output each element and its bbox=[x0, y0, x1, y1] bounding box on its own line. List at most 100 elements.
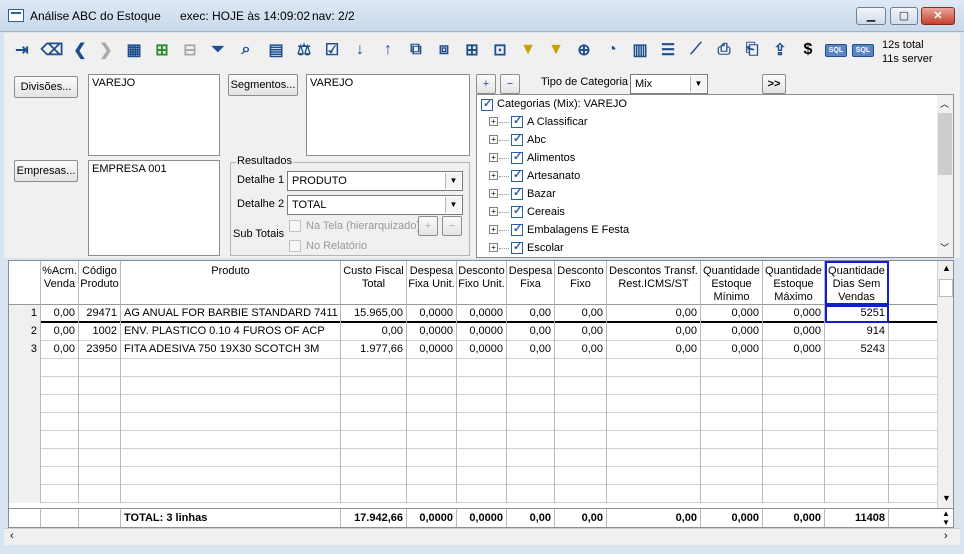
table-cell[interactable] bbox=[41, 413, 79, 431]
table-cell[interactable] bbox=[889, 431, 938, 449]
table-cell[interactable] bbox=[555, 377, 607, 395]
table-cell[interactable] bbox=[889, 377, 938, 395]
table-cell[interactable]: 0,00 bbox=[555, 341, 607, 359]
table-cell[interactable] bbox=[889, 449, 938, 467]
column-header[interactable] bbox=[889, 261, 938, 305]
table-cell[interactable] bbox=[9, 413, 41, 431]
detalhe2-select[interactable]: TOTAL ▼ bbox=[287, 195, 463, 215]
table-row[interactable] bbox=[9, 485, 938, 503]
table-cell[interactable] bbox=[457, 395, 507, 413]
tree-item-checkbox[interactable] bbox=[511, 222, 523, 236]
table-cell[interactable]: 0,00 bbox=[341, 323, 407, 341]
tree-expand-icon[interactable]: + bbox=[489, 207, 498, 216]
minimize-button[interactable]: ▁ bbox=[856, 7, 886, 25]
sort-asc-icon[interactable]: ↑ bbox=[376, 38, 400, 62]
table-cell[interactable] bbox=[79, 485, 121, 503]
table-cell[interactable]: 2 bbox=[9, 323, 41, 341]
balance-icon[interactable]: ⚖ bbox=[292, 38, 316, 62]
table-cell[interactable]: 5243 bbox=[825, 341, 889, 359]
table-cell[interactable] bbox=[407, 485, 457, 503]
table-row[interactable] bbox=[9, 431, 938, 449]
print-preview-icon[interactable]: ⎗ bbox=[740, 38, 764, 62]
table-cell[interactable] bbox=[763, 485, 825, 503]
table-cell[interactable]: 29471 bbox=[79, 305, 121, 323]
table-row[interactable]: 2 0,00 1002 ENV. PLASTICO 0.10 4 FUROS OF A… bbox=[9, 323, 938, 341]
table-cell[interactable] bbox=[341, 449, 407, 467]
column-header[interactable]: Custo Fiscal Total bbox=[341, 261, 407, 305]
table-cell[interactable] bbox=[607, 485, 701, 503]
table-cell[interactable] bbox=[341, 377, 407, 395]
tree-expand-icon[interactable]: + bbox=[489, 225, 498, 234]
column-header[interactable]: %Acm. Venda bbox=[41, 261, 79, 305]
table-cell[interactable] bbox=[825, 377, 889, 395]
add-sheet-icon[interactable]: ⊞ bbox=[150, 38, 174, 62]
table-cell[interactable] bbox=[607, 467, 701, 485]
table-cell[interactable] bbox=[763, 395, 825, 413]
table-cell[interactable] bbox=[507, 449, 555, 467]
table-cell[interactable]: 0,000 bbox=[763, 323, 825, 341]
table-cell[interactable] bbox=[701, 413, 763, 431]
table-cell[interactable]: 0,00 bbox=[555, 323, 607, 341]
table-cell[interactable] bbox=[555, 467, 607, 485]
table-cell[interactable] bbox=[121, 467, 341, 485]
table-cell[interactable]: 914 bbox=[825, 323, 889, 341]
table-cell[interactable] bbox=[457, 413, 507, 431]
table-cell[interactable] bbox=[79, 359, 121, 377]
table-cell[interactable]: 0,0000 bbox=[407, 341, 457, 359]
table-cell[interactable]: 0,00 bbox=[507, 323, 555, 341]
table-cell[interactable] bbox=[407, 467, 457, 485]
table-cell[interactable] bbox=[121, 395, 341, 413]
table-cell[interactable] bbox=[407, 359, 457, 377]
column-header[interactable]: Despesa Fixa bbox=[507, 261, 555, 305]
table-row[interactable]: 1 0,00 29471 AG ANUAL FOR BARBIE STANDARD 7… bbox=[9, 305, 938, 323]
table-cell[interactable] bbox=[121, 413, 341, 431]
table-cell[interactable]: 0,00 bbox=[607, 341, 701, 359]
column-header[interactable]: Código Produto bbox=[79, 261, 121, 305]
table-cell[interactable] bbox=[825, 413, 889, 431]
grid-scroll-thumb[interactable] bbox=[939, 279, 953, 297]
tree-item-checkbox[interactable] bbox=[511, 204, 523, 218]
grid-icon[interactable]: ▦ bbox=[122, 38, 146, 62]
table-cell[interactable]: 0,00 bbox=[507, 305, 555, 323]
table-row[interactable] bbox=[9, 377, 938, 395]
export-icon[interactable]: ⇪ bbox=[768, 38, 792, 62]
table-cell[interactable] bbox=[79, 413, 121, 431]
search-icon[interactable]: ⌕ bbox=[234, 38, 258, 62]
table-cell[interactable] bbox=[607, 449, 701, 467]
group-icon[interactable]: ⧉ bbox=[404, 38, 428, 62]
table-cell[interactable] bbox=[121, 485, 341, 503]
refresh-sheet-icon[interactable]: ⊟ bbox=[178, 38, 202, 62]
table-cell[interactable] bbox=[763, 449, 825, 467]
scroll-left-icon[interactable]: ‹ bbox=[10, 530, 14, 542]
table-cell[interactable] bbox=[407, 413, 457, 431]
table-cell[interactable] bbox=[9, 449, 41, 467]
table-cell[interactable] bbox=[79, 377, 121, 395]
tree-expand-icon[interactable]: + bbox=[489, 189, 498, 198]
scroll-down-icon[interactable]: ﹀ bbox=[940, 241, 949, 254]
table-cell[interactable] bbox=[889, 413, 938, 431]
table-cell[interactable] bbox=[701, 467, 763, 485]
totals-spinner[interactable]: ▲ ▼ bbox=[939, 509, 953, 527]
table-cell[interactable]: 1 bbox=[9, 305, 41, 323]
table-cell[interactable]: 0,0000 bbox=[407, 305, 457, 323]
calculator-icon[interactable]: ▤ bbox=[264, 38, 288, 62]
layout-icon[interactable]: ⊡ bbox=[488, 38, 512, 62]
column-header[interactable]: Despesa Fixa Unit. bbox=[407, 261, 457, 305]
collapse-all-button[interactable]: − bbox=[500, 74, 520, 94]
table-row[interactable]: 3 0,00 23950 FITA ADESIVA 750 19X30 SCOTCH … bbox=[9, 341, 938, 359]
tree-item-checkbox[interactable] bbox=[511, 150, 523, 164]
table-cell[interactable] bbox=[825, 485, 889, 503]
category-tree[interactable]: Categorias (Mix): VAREJO + A Classificar +… bbox=[476, 94, 954, 258]
table-cell[interactable] bbox=[41, 359, 79, 377]
table-cell[interactable] bbox=[41, 449, 79, 467]
table-cell[interactable] bbox=[341, 467, 407, 485]
table-cell[interactable] bbox=[763, 413, 825, 431]
table-cell[interactable] bbox=[701, 377, 763, 395]
horizontal-scrollbar[interactable]: ‹ › bbox=[4, 528, 960, 545]
grid-vscrollbar[interactable]: ▲ ▼ bbox=[937, 261, 953, 511]
table-cell[interactable] bbox=[9, 395, 41, 413]
table-cell[interactable] bbox=[341, 431, 407, 449]
table-cell[interactable] bbox=[9, 467, 41, 485]
columns-icon[interactable]: ⊞ bbox=[460, 38, 484, 62]
table-cell[interactable] bbox=[507, 431, 555, 449]
